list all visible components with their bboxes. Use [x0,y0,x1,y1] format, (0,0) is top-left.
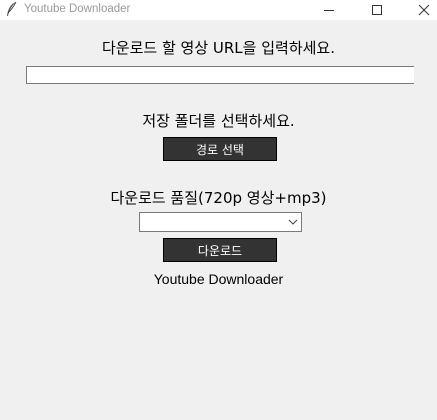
footer-label: Youtube Downloader [153,271,284,287]
download-button[interactable]: 다운로드 [163,238,277,262]
chevron-down-icon [288,219,298,225]
feather-icon [7,1,17,16]
window-title: Youtube Downloader [24,3,131,15]
folder-prompt-label: 저장 폴더를 선택하세요. [142,112,295,130]
minimize-icon [324,10,334,11]
url-input[interactable] [26,66,414,84]
title-bar: Youtube Downloader [0,0,437,20]
url-prompt-label: 다운로드 할 영상 URL을 입력하세요. [102,39,335,57]
select-path-button[interactable]: 경로 선택 [163,137,277,161]
maximize-button[interactable] [360,0,394,20]
quality-select[interactable] [139,212,302,232]
maximize-icon [372,5,382,15]
minimize-button[interactable] [312,0,346,20]
close-icon [418,4,430,16]
close-button[interactable] [407,0,437,20]
quality-prompt-label: 다운로드 품질(720p 영상+mp3) [110,189,327,207]
